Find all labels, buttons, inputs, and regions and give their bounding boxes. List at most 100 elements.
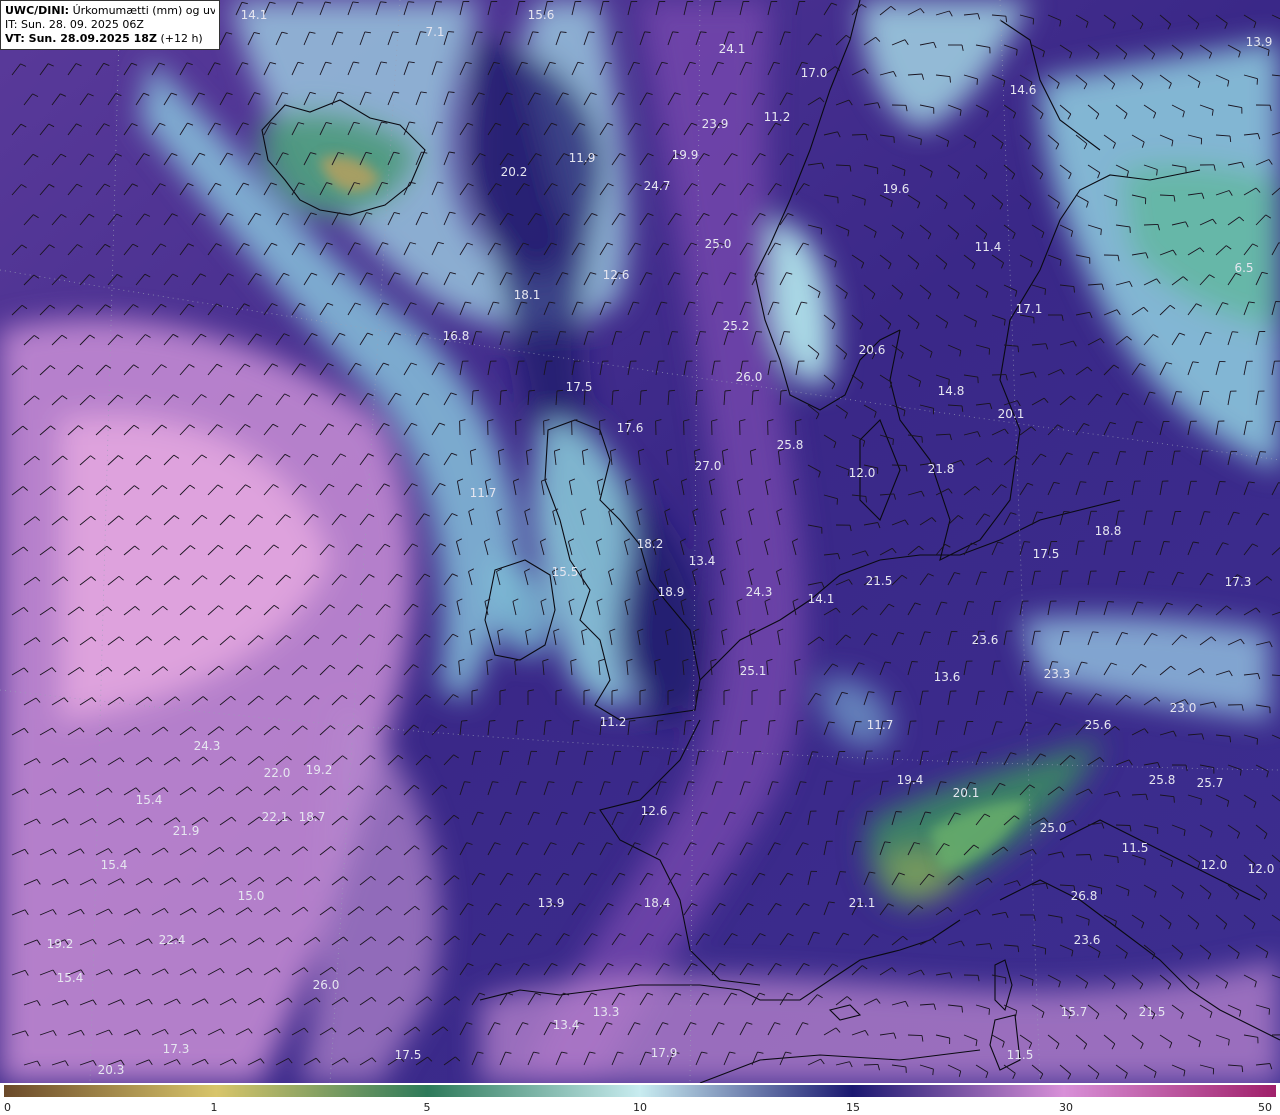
- wind-barb: [851, 133, 867, 136]
- map-value-label: 18.9: [657, 585, 685, 599]
- map-value-label: 17.5: [394, 1048, 422, 1062]
- map-value-label: 11.7: [866, 718, 894, 732]
- map-value-label: 15.4: [135, 793, 163, 807]
- map-value-label: 12.6: [640, 804, 668, 818]
- wind-barb-feather: [895, 811, 902, 813]
- map-value-label: 12.0: [1200, 858, 1228, 872]
- lead-time: (+12 h): [160, 32, 203, 45]
- map-value-label: 25.6: [1084, 718, 1112, 732]
- map-value-label: 15.5: [551, 565, 579, 579]
- map-value-label: 16.8: [442, 329, 470, 343]
- wind-barb-feather: [892, 438, 894, 446]
- map-value-label: 18.8: [1094, 524, 1122, 538]
- map-value-label: 19.9: [671, 148, 699, 162]
- map-value-label: 11.7: [469, 486, 497, 500]
- map-value-label: 11.2: [763, 110, 791, 124]
- wind-barb-feather: [812, 751, 819, 753]
- wind-barb-feather: [1073, 286, 1075, 293]
- map-value-label: 25.0: [1039, 821, 1067, 835]
- wind-barb-feather: [976, 78, 978, 85]
- map-value-label: 15.7: [1060, 1005, 1088, 1019]
- map-value-label: 6.5: [1234, 261, 1254, 275]
- wind-barb-feather: [545, 720, 552, 722]
- wind-barb-feather: [769, 720, 776, 722]
- wind-barb-feather: [755, 331, 763, 333]
- colorbar-tick: 10: [633, 1101, 647, 1114]
- map-value-label: 11.9: [568, 151, 596, 165]
- map-value-label: 25.7: [1196, 776, 1224, 790]
- map-value-label: 23.6: [1073, 933, 1101, 947]
- map-value-label: 22.0: [263, 766, 291, 780]
- map-value-label: 18.1: [513, 288, 541, 302]
- wind-barb-feather: [713, 720, 720, 722]
- map-value-label: 20.3: [97, 1063, 125, 1077]
- wind-barb-feather: [839, 871, 847, 873]
- wind-barb-feather: [1052, 661, 1059, 663]
- wind-barb-feather: [587, 331, 595, 333]
- map-value-label: 13.4: [552, 1018, 580, 1032]
- map-value-label: 22.1: [261, 810, 289, 824]
- model-name: UWC/DINI:: [5, 4, 70, 17]
- map-value-label: 19.2: [305, 763, 333, 777]
- map-value-label: 21.8: [927, 462, 955, 476]
- map-value-label: 20.6: [858, 343, 886, 357]
- wind-barb: [1143, 223, 1159, 226]
- wind-barb-feather: [949, 76, 951, 83]
- wind-barb-feather: [503, 331, 511, 333]
- wind-barb-feather: [489, 720, 496, 722]
- wind-barb-feather: [573, 720, 580, 722]
- colorbar-tick: 30: [1059, 1101, 1073, 1114]
- wind-barb-feather: [1204, 511, 1211, 513]
- map-value-label: 15.4: [100, 858, 128, 872]
- map-value-label: 13.9: [1245, 35, 1273, 49]
- wind-barb-feather: [643, 331, 651, 333]
- map-value-label: 19.4: [896, 773, 924, 787]
- wind-barb: [1075, 854, 1091, 856]
- map-value-label: 21.9: [172, 824, 200, 838]
- wind-barb-feather: [967, 601, 975, 603]
- wind-barb-feather: [475, 331, 483, 333]
- map-info-box: UWC/DINI: Úrkomumætti (mm) og uv850. IT:…: [0, 0, 220, 50]
- wind-barb-feather: [1024, 541, 1031, 543]
- map-value-label: 15.4: [56, 971, 84, 985]
- map-value-label: 14.8: [937, 384, 965, 398]
- map-value-label: 25.0: [704, 237, 732, 251]
- map-value-label: 17.0: [800, 66, 828, 80]
- map-value-label: 17.6: [616, 421, 644, 435]
- map-value-label: 17.1: [1015, 302, 1043, 316]
- colorbar-tick: 5: [423, 1101, 431, 1114]
- wind-barb-feather: [1080, 481, 1087, 483]
- map-value-label: 23.9: [701, 117, 729, 131]
- title-row: UWC/DINI: Úrkomumætti (mm) og uv850.: [5, 4, 215, 18]
- map-value-label: 11.2: [599, 715, 627, 729]
- map-value-label: 23.0: [1169, 701, 1197, 715]
- map-value-label: 18.2: [636, 537, 664, 551]
- map-value-label: 26.8: [1070, 889, 1098, 903]
- colorbar-gradient: [4, 1085, 1276, 1097]
- wind-barb-feather: [615, 331, 623, 333]
- wind-barb-feather: [988, 1008, 990, 1015]
- wind-barb-feather: [932, 1069, 934, 1076]
- wind-barb-feather: [1200, 798, 1202, 806]
- map-value-label: 25.1: [739, 664, 767, 678]
- map-value-label: 11.5: [1006, 1048, 1034, 1062]
- wind-barb: [1115, 824, 1131, 826]
- wind-barb-feather: [921, 436, 923, 443]
- map-value-label: 25.8: [776, 438, 804, 452]
- map-value-label: 17.5: [565, 380, 593, 394]
- wind-barb-feather: [671, 331, 679, 333]
- wind-barb-feather: [408, 1, 415, 3]
- map-value-label: 12.6: [602, 268, 630, 282]
- map-value-label: 20.2: [500, 165, 528, 179]
- map-value-label: 12.0: [848, 466, 876, 480]
- map-value-label: 24.7: [643, 179, 671, 193]
- wind-barb-feather: [961, 1006, 963, 1013]
- map-value-label: 24.1: [718, 42, 746, 56]
- map-value-label: 26.0: [735, 370, 763, 384]
- wind-barb-feather: [1144, 859, 1146, 866]
- wind-barb: [907, 1034, 923, 1037]
- colorbar-tick: 0: [4, 1101, 11, 1114]
- map-value-label: 12.0: [1247, 862, 1275, 876]
- map-value-label: 7.1: [425, 25, 445, 39]
- colorbar-tick: 1: [210, 1101, 218, 1114]
